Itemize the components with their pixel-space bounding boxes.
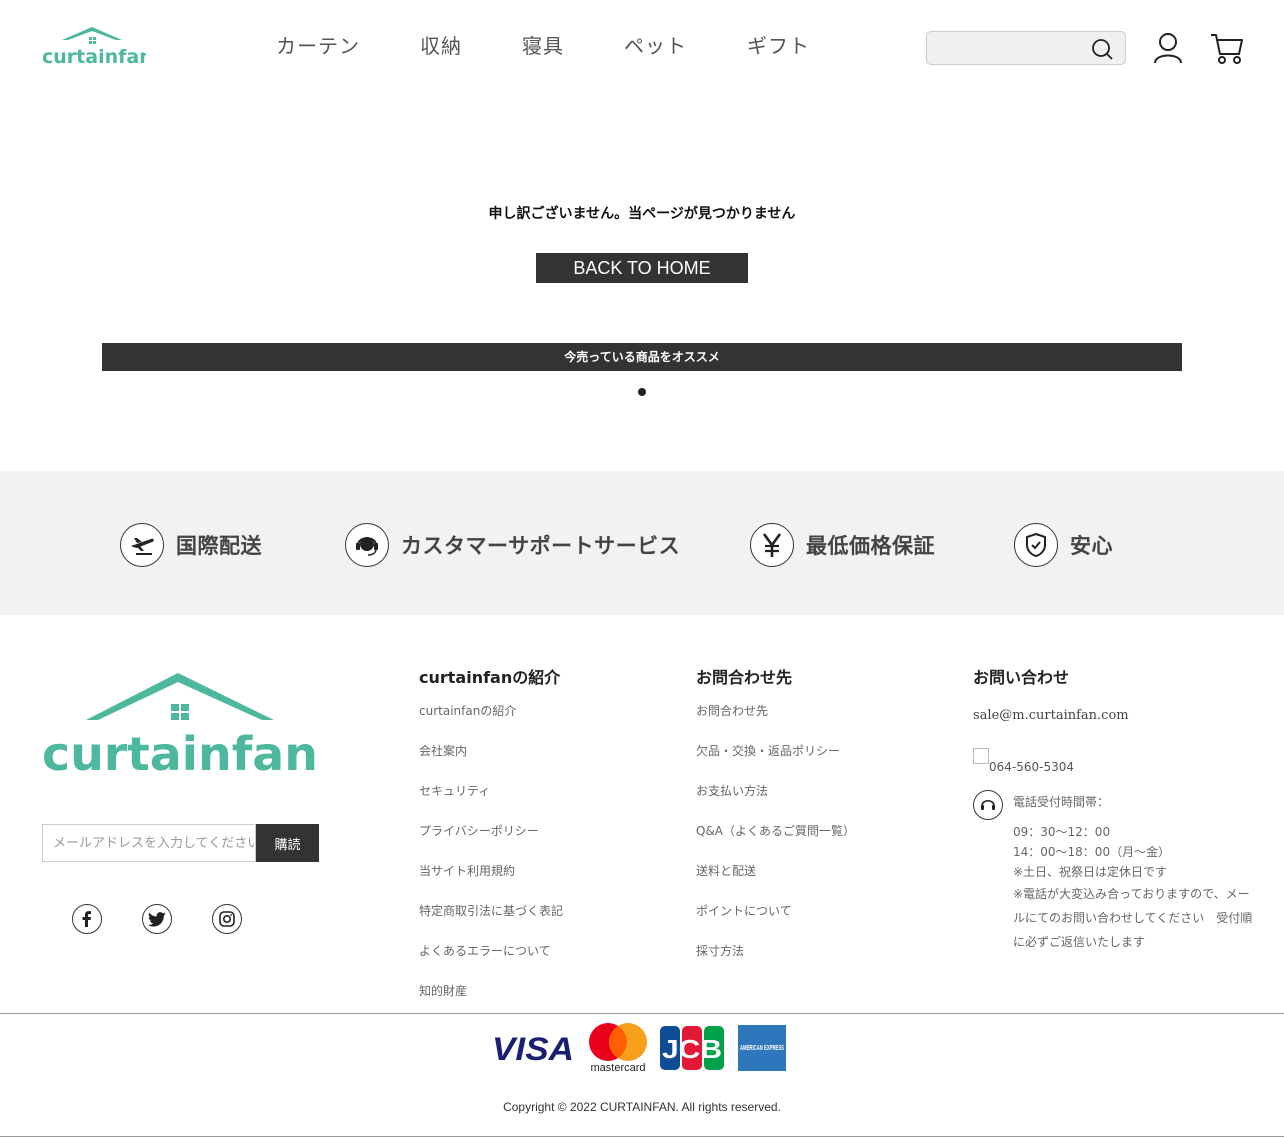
contact-phone[interactable]: 064-560-5304 [973,748,1074,774]
headset-icon [345,523,389,567]
site-header: curtainfan カーテン 収納 寝具 ペット ギフト [0,0,1284,96]
hours-label: 電話受付時間帯： [1013,795,1110,809]
feature-label: 安心 [1070,534,1113,558]
feature-label: 国際配送 [176,534,262,558]
user-icon[interactable] [1153,32,1183,64]
search-icon[interactable] [1091,38,1113,60]
footer-link-payment[interactable]: お支払い方法 [696,782,855,822]
svg-text:VISA: VISA [492,1031,574,1065]
not-found-message: 申し訳ございません。当ページが見つかりません [488,206,796,222]
amex-icon: AMERICAN EXPRESS [738,1025,786,1071]
newsletter-form: 購読 [42,824,319,862]
hours-morning: 09：30〜12：00 [1013,825,1111,839]
feature-label: 最低価格保証 [806,534,935,558]
recommend-bar: 今売っている商品をオススメ [102,343,1182,371]
holiday-note: ※土日、祝祭日は定休日です [1013,865,1168,879]
svg-text:AMERICAN EXPRESS: AMERICAN EXPRESS [740,1043,784,1052]
twitter-icon[interactable] [142,904,172,934]
footer-link-about[interactable]: curtainfanの紹介 [419,702,563,742]
subscribe-button[interactable]: 購読 [256,824,319,862]
contact-phone-number: 064-560-5304 [989,760,1075,774]
footer-about-column: curtainfanの紹介 curtainfanの紹介 会社案内 セキュリティ … [419,664,563,1022]
contact-email[interactable]: sale@m.curtainfan.com [973,708,1129,723]
yen-icon [750,523,794,567]
instagram-icon[interactable] [212,904,242,934]
footer-link-company[interactable]: 会社案内 [419,742,563,782]
back-to-home-button[interactable]: BACK TO HOME [536,253,748,283]
svg-text:curtainfan: curtainfan [42,727,318,776]
facebook-icon[interactable] [72,904,102,934]
copyright: Copyright © 2022 CURTAINFAN. All rights … [503,1100,781,1114]
footer-link-measuring[interactable]: 採寸方法 [696,942,855,982]
feature-international-shipping: 国際配送 [120,523,262,567]
footer-link-shipping[interactable]: 送料と配送 [696,862,855,902]
carousel-dot[interactable] [638,388,646,396]
footer-inquiry-title: お問合わせ先 [696,668,793,687]
svg-text:JCB: JCB [662,1034,722,1064]
search-box [926,31,1126,65]
nav-item-bedding[interactable]: 寝具 [522,30,564,59]
search-input[interactable] [927,32,1087,64]
footer-link-contact[interactable]: お問合わせ先 [696,702,855,742]
visa-icon: VISA [492,1031,574,1065]
footer-link-commerce-law[interactable]: 特定商取引法に基づく表記 [419,902,563,942]
nav-item-gift[interactable]: ギフト [747,30,810,59]
footer-link-return-policy[interactable]: 欠品・交換・返品ポリシー [696,742,855,782]
footer-link-ip[interactable]: 知的財産 [419,982,563,1022]
phone-hours: 電話受付時間帯： 09：30〜12：00 14：00〜18：00（月〜金） ※土… [1013,792,1258,954]
footer-link-security[interactable]: セキュリティ [419,782,563,822]
feature-band: 国際配送 カスタマーサポートサービス 最低価格保証 安心 [0,471,1284,615]
footer-divider [0,1013,1284,1014]
plane-icon [120,523,164,567]
feature-peace-of-mind: 安心 [1014,523,1113,567]
payment-methods: VISA mastercard JCB AMERICAN EXPRESS [492,1022,788,1074]
nav-item-curtain[interactable]: カーテン [276,30,360,59]
mastercard-icon: mastercard [589,1023,647,1074]
newsletter-email-input[interactable] [42,824,256,862]
main-nav: カーテン 収納 寝具 ペット ギフト [276,30,870,59]
nav-item-storage[interactable]: 収納 [420,30,462,59]
footer-link-faq[interactable]: Q&A（よくあるご質問一覧） [696,822,855,862]
footer-link-errors[interactable]: よくあるエラーについて [419,942,563,982]
footer-inquiry-column: お問合わせ先 お問合わせ先 欠品・交換・返品ポリシー お支払い方法 Q&A（よく… [696,664,855,982]
footer-link-privacy[interactable]: プライバシーポリシー [419,822,563,862]
footer-link-points[interactable]: ポイントについて [696,902,855,942]
headset-icon [973,790,1003,820]
curtainfan-logo[interactable]: curtainfan [42,26,146,66]
footer-logo[interactable]: curtainfan [42,672,320,776]
bottom-divider [0,1136,1284,1137]
nav-item-pet[interactable]: ペット [624,30,687,59]
phone-icon [973,748,989,764]
email-note: ※電話が大変込み合っておりますので、メールにてのお問い合わせしてください 受付順… [1013,887,1253,949]
feature-lowest-price: 最低価格保証 [750,523,935,567]
footer-contact-column: お問い合わせ [973,664,1069,702]
svg-text:curtainfan: curtainfan [42,46,146,66]
footer-about-title: curtainfanの紹介 [419,668,561,687]
feature-customer-support: カスタマーサポートサービス [345,523,680,567]
footer-contact-title: お問い合わせ [973,668,1070,687]
cart-icon[interactable] [1210,32,1244,66]
svg-text:mastercard: mastercard [590,1062,645,1074]
hours-afternoon: 14：00〜18：00（月〜金） [1013,845,1171,859]
shield-icon [1014,523,1058,567]
jcb-icon: JCB [660,1026,724,1070]
feature-label: カスタマーサポートサービス [401,534,681,558]
footer-link-terms[interactable]: 当サイト利用規約 [419,862,563,902]
